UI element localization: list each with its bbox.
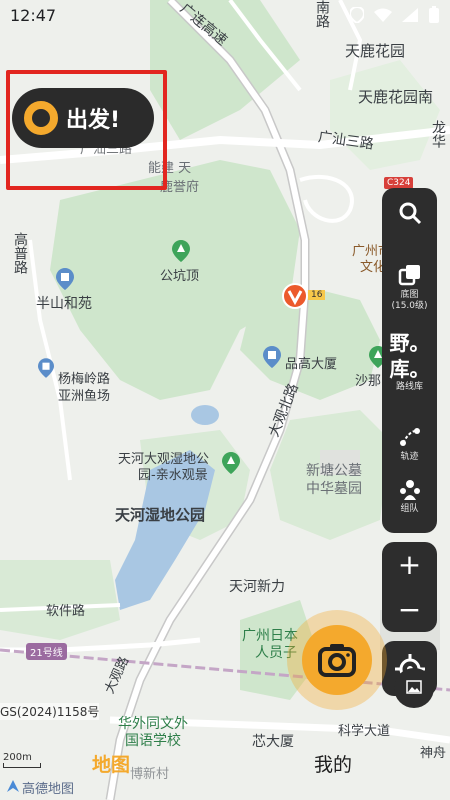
tab-mine[interactable]: 我的 — [314, 750, 352, 777]
start-button-label: 出发! — [66, 108, 121, 133]
route-marker[interactable] — [282, 283, 308, 315]
map-copyright: GS(2024)1158号 — [0, 703, 100, 720]
camera-icon — [318, 644, 356, 677]
start-ring-icon — [24, 101, 58, 135]
map-toolbar: 底图 (15.0级) 野。 库。 路线库 轨迹 组队 — [382, 188, 437, 533]
track-label: 轨迹 — [400, 452, 419, 462]
metro-badge-21: 21号线 — [26, 643, 67, 660]
poi-label-pinggao: 品高大厦 — [285, 357, 338, 372]
zoom-in-button[interactable]: + — [382, 542, 437, 587]
team-label: 组队 — [400, 504, 419, 514]
poi-label-gongkeng: 公坑顶 — [160, 269, 200, 284]
tab-map[interactable]: 地图 — [92, 750, 130, 777]
layers-icon — [398, 265, 420, 286]
status-bar: 12:47 — [0, 0, 450, 30]
zoom-control: + − — [382, 542, 437, 632]
poi-label-park-view: 园-亲水观景 — [138, 468, 208, 483]
track-icon — [399, 428, 420, 446]
building-pin-icon[interactable] — [38, 358, 54, 378]
cellular-signal-icon — [402, 8, 418, 22]
road-label-longhua: 龙华 — [430, 120, 446, 148]
status-time: 12:47 — [10, 6, 57, 25]
team-button[interactable]: 组队 — [382, 478, 437, 515]
location-status-icon — [350, 7, 364, 23]
v-marker-icon — [282, 283, 308, 309]
building-pin-icon[interactable] — [263, 346, 281, 368]
poi-label-tianhe-xinli: 天河新力 — [229, 579, 285, 595]
poi-label-tianlu-south: 天鹿花园南 — [358, 88, 434, 106]
layer-label: 底图 — [400, 290, 419, 300]
zoom-out-button[interactable]: − — [382, 587, 437, 632]
route-library-button[interactable]: 野。 库。 路线库 — [382, 330, 437, 393]
poi-label-zhonghua: 中华墓园 — [306, 481, 362, 497]
library-label: 路线库 — [395, 382, 423, 392]
library-title-2: 库。 — [389, 357, 430, 381]
wifi-icon — [374, 8, 392, 22]
poi-label-xintang: 新塘公墓 — [306, 463, 362, 479]
poi-label-tianhe-park: 天河湿地公园 — [115, 506, 206, 524]
track-button[interactable]: 轨迹 — [382, 426, 437, 463]
battery-icon — [429, 6, 439, 23]
poi-label-yaxiang: 亚洲鱼场 — [58, 389, 111, 404]
road-label-gaopu: 高普路 — [12, 232, 28, 274]
road-label-software: 软件路 — [46, 604, 86, 619]
park-pin-icon[interactable] — [172, 240, 190, 262]
library-title: 野。 — [389, 331, 430, 355]
park-pin-icon[interactable] — [222, 452, 240, 474]
road-number-badge: 16 — [308, 290, 326, 300]
image-icon — [406, 680, 422, 694]
poi-label-banshan: 半山和苑 — [36, 296, 92, 312]
search-icon — [399, 202, 421, 225]
poi-label-tianlu-garden: 天鹿花园 — [345, 42, 406, 60]
layer-level: (15.0级) — [391, 301, 428, 311]
layer-button[interactable]: 底图 (15.0级) — [382, 264, 437, 312]
building-pin-icon[interactable] — [56, 268, 74, 290]
search-button[interactable] — [382, 200, 437, 230]
gallery-button[interactable] — [394, 668, 434, 708]
bottom-tab-bar: 地图 我的 — [0, 736, 450, 800]
start-button[interactable]: 出发! — [12, 88, 154, 148]
camera-button[interactable] — [302, 625, 372, 695]
team-icon — [399, 480, 420, 500]
